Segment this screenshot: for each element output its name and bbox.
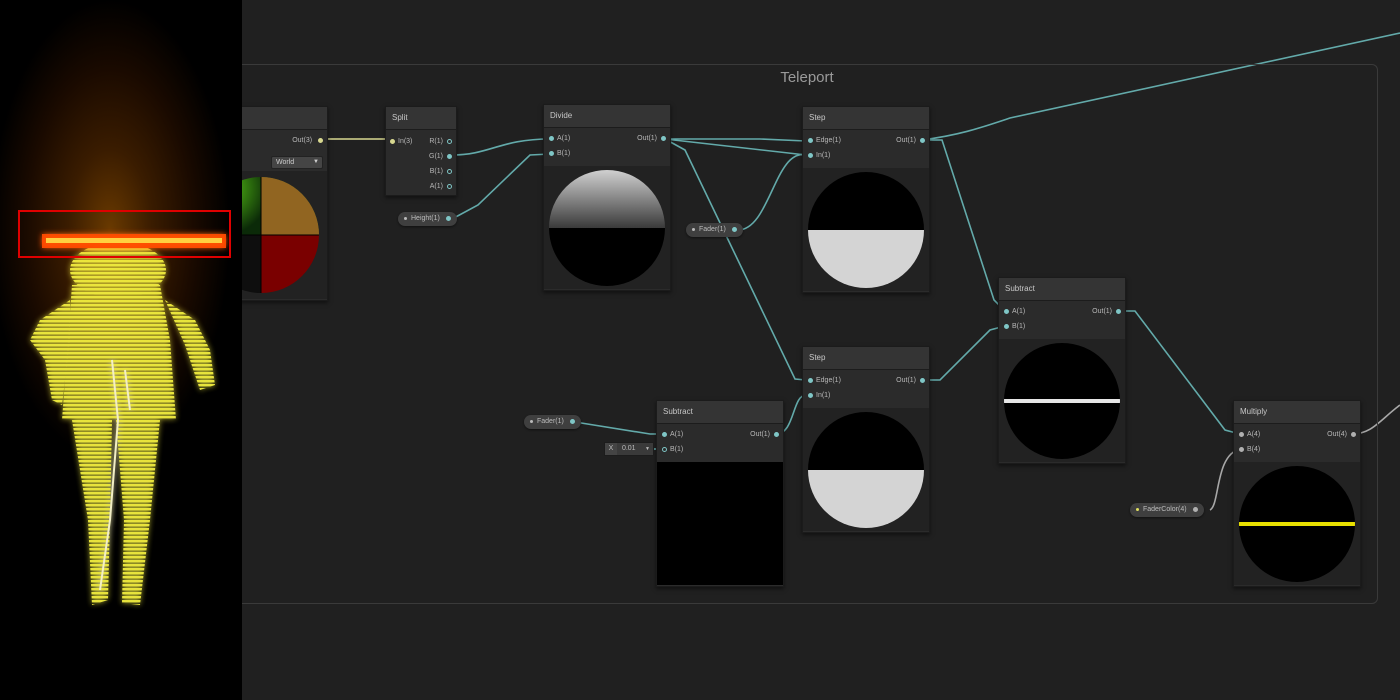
step-top-in-port[interactable]: In(1) — [808, 150, 830, 162]
subtract-small-a-port[interactable]: A(1) — [662, 429, 683, 441]
step-top-out-port[interactable]: Out(1) — [896, 135, 925, 147]
step-node-top[interactable]: Step Edge(1) In(1) Out(1) — [802, 106, 930, 293]
subtract-small-out-port[interactable]: Out(1) — [750, 429, 779, 441]
port-dot-icon — [1192, 506, 1198, 512]
port-dot-icon — [445, 215, 451, 221]
divide-preview-sphere — [549, 170, 665, 286]
port-dot-icon — [569, 418, 575, 424]
property-dot-icon — [530, 419, 533, 423]
split-node[interactable]: Split In(3) R(1) G(1) B(1) A(1) — [385, 106, 457, 196]
step-bottom-edge-port[interactable]: Edge(1) — [808, 375, 841, 387]
position-node-header — [233, 107, 327, 130]
port-dot-icon — [808, 392, 813, 398]
property-dot-icon — [404, 216, 407, 220]
subtract-b-value-field[interactable]: X 0.01 ▼ — [604, 442, 654, 456]
position-node[interactable]: Out(3) World ▼ — [203, 106, 328, 301]
port-dot-icon — [808, 152, 813, 158]
port-dot-icon — [1004, 308, 1009, 314]
port-dot-icon — [661, 135, 666, 141]
x-value[interactable]: 0.01 — [622, 445, 636, 452]
split-r-port[interactable]: R(1) — [429, 136, 452, 148]
step-node-bottom[interactable]: Step Edge(1) In(1) Out(1) — [802, 346, 930, 533]
fadercolor-property-node[interactable]: FaderColor(4) — [1130, 503, 1204, 517]
highlight-box — [18, 210, 231, 258]
port-dot-icon — [447, 183, 452, 189]
scene-preview-panel — [0, 0, 242, 700]
step-bottom-in-port[interactable]: In(1) — [808, 390, 830, 402]
fader-property-node-top[interactable]: Fader(1) — [686, 223, 743, 237]
subtract-node-large[interactable]: Subtract A(1) B(1) Out(1) — [998, 277, 1126, 464]
port-dot-icon — [1351, 431, 1356, 437]
port-dot-icon — [920, 137, 925, 143]
multiply-title: Multiply — [1234, 401, 1360, 424]
property-dot-icon — [692, 227, 695, 231]
step-top-preview-sphere — [808, 172, 924, 288]
position-preview-sphere — [203, 177, 319, 293]
position-out-port[interactable]: Out(3) — [292, 135, 323, 147]
port-dot-icon — [549, 150, 554, 156]
group-title: Teleport — [780, 69, 834, 86]
split-a-port[interactable]: A(1) — [430, 181, 452, 193]
divide-out-port[interactable]: Out(1) — [637, 133, 666, 145]
fader-property-node-bottom[interactable]: Fader(1) — [524, 415, 581, 429]
port-dot-icon — [662, 446, 667, 452]
divide-node-title: Divide — [544, 105, 670, 128]
step-bottom-preview — [803, 408, 929, 531]
step-top-preview — [803, 168, 929, 291]
multiply-b-port[interactable]: B(4) — [1239, 444, 1260, 456]
multiply-a-port[interactable]: A(4) — [1239, 429, 1260, 441]
port-dot-icon — [318, 137, 323, 143]
port-dot-icon — [1239, 446, 1244, 452]
port-dot-icon — [808, 377, 813, 383]
divide-node[interactable]: Divide A(1) B(1) Out(1) — [543, 104, 671, 291]
port-dot-icon — [447, 153, 452, 159]
port-dot-icon — [808, 137, 813, 143]
multiply-preview — [1234, 462, 1360, 585]
teleport-character-preview — [30, 234, 226, 605]
subtract-node-small[interactable]: Subtract A(1) B(1) Out(1) — [656, 400, 784, 587]
subtract-large-b-port[interactable]: B(1) — [1004, 321, 1025, 333]
port-dot-icon — [447, 168, 452, 174]
height-property-node[interactable]: Height(1) — [398, 212, 457, 226]
chevron-down-icon: ▼ — [645, 446, 650, 452]
subtract-small-preview — [657, 462, 783, 585]
multiply-preview-sphere — [1239, 466, 1355, 582]
subtract-large-preview — [999, 339, 1125, 462]
split-b-port[interactable]: B(1) — [430, 166, 452, 178]
split-g-port[interactable]: G(1) — [429, 151, 452, 163]
port-dot-icon — [447, 138, 452, 144]
subtract-large-a-port[interactable]: A(1) — [1004, 306, 1025, 318]
subtract-large-preview-sphere — [1004, 343, 1120, 459]
property-dot-icon — [1136, 507, 1139, 511]
port-dot-icon — [731, 226, 737, 232]
port-dot-icon — [1116, 308, 1121, 314]
chevron-down-icon: ▼ — [313, 159, 319, 165]
divide-b-port[interactable]: B(1) — [549, 148, 570, 160]
port-dot-icon — [1004, 323, 1009, 329]
step-bottom-out-port[interactable]: Out(1) — [896, 375, 925, 387]
divide-preview — [544, 166, 670, 289]
port-dot-icon — [774, 431, 779, 437]
step-bottom-title: Step — [803, 347, 929, 370]
port-dot-icon — [1239, 431, 1244, 437]
subtract-large-title: Subtract — [999, 278, 1125, 301]
port-dot-icon — [920, 377, 925, 383]
subtract-small-b-port[interactable]: B(1) — [662, 444, 683, 456]
space-dropdown[interactable]: World ▼ — [271, 156, 323, 169]
port-dot-icon — [662, 431, 667, 437]
subtract-large-out-port[interactable]: Out(1) — [1092, 306, 1121, 318]
x-label: X — [605, 443, 617, 455]
step-bottom-preview-sphere — [808, 412, 924, 528]
split-in-port[interactable]: In(3) — [390, 136, 412, 148]
step-top-edge-port[interactable]: Edge(1) — [808, 135, 841, 147]
split-node-title: Split — [386, 107, 456, 130]
multiply-node[interactable]: Multiply A(4) B(4) Out(4) — [1233, 400, 1361, 587]
position-preview — [203, 171, 327, 299]
step-top-title: Step — [803, 107, 929, 130]
port-dot-icon — [390, 138, 395, 144]
subtract-small-title: Subtract — [657, 401, 783, 424]
multiply-out-port[interactable]: Out(4) — [1327, 429, 1356, 441]
divide-a-port[interactable]: A(1) — [549, 133, 570, 145]
port-dot-icon — [549, 135, 554, 141]
